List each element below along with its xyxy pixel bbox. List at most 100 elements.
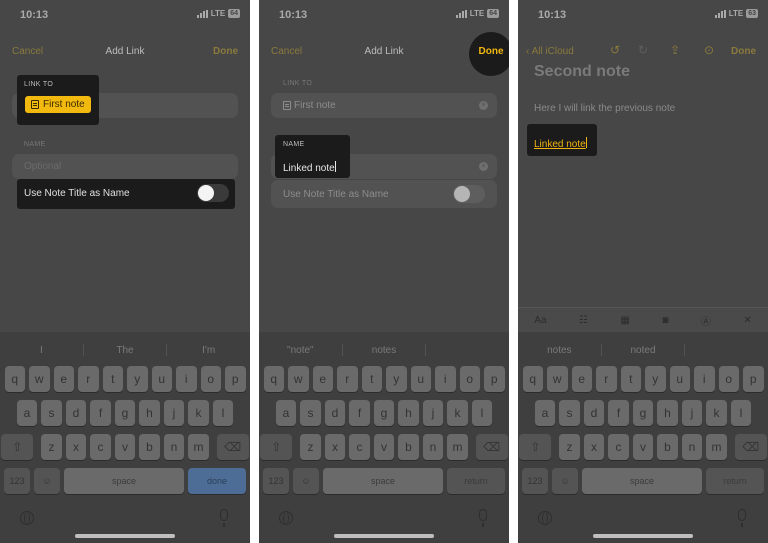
suggestion-item[interactable]: The bbox=[84, 345, 167, 356]
key-c[interactable]: c bbox=[608, 434, 629, 460]
key-b[interactable]: b bbox=[398, 434, 419, 460]
use-title-toggle[interactable] bbox=[197, 184, 229, 202]
key-f[interactable]: f bbox=[608, 400, 629, 426]
key-u[interactable]: u bbox=[410, 366, 431, 392]
redo-icon[interactable]: ↻ bbox=[638, 43, 648, 57]
key-l[interactable]: l bbox=[212, 400, 234, 426]
numbers-key[interactable]: 123 bbox=[522, 468, 548, 494]
key-s[interactable]: s bbox=[300, 400, 321, 426]
key-v[interactable]: v bbox=[114, 434, 136, 460]
key-p[interactable]: p bbox=[484, 366, 505, 392]
key-h[interactable]: h bbox=[398, 400, 419, 426]
key-j[interactable]: j bbox=[681, 400, 703, 426]
key-h[interactable]: h bbox=[139, 400, 160, 426]
key-w[interactable]: w bbox=[29, 366, 50, 392]
key-z[interactable]: z bbox=[559, 434, 580, 460]
numbers-key[interactable]: 123 bbox=[263, 468, 289, 494]
suggestion-item[interactable]: notes bbox=[518, 345, 601, 356]
key-v[interactable]: v bbox=[373, 434, 395, 460]
key-p[interactable]: p bbox=[743, 366, 764, 392]
clear-icon[interactable]: × bbox=[479, 162, 488, 171]
key-c[interactable]: c bbox=[90, 434, 111, 460]
key-l[interactable]: l bbox=[730, 400, 752, 426]
key-v[interactable]: v bbox=[632, 434, 654, 460]
key-x[interactable]: x bbox=[324, 434, 346, 460]
key-a[interactable]: a bbox=[275, 400, 297, 426]
done-button[interactable]: Done bbox=[469, 46, 509, 57]
key-n[interactable]: n bbox=[422, 434, 444, 460]
shift-key[interactable]: ⇧ bbox=[260, 434, 293, 460]
key-y[interactable]: y bbox=[645, 366, 666, 392]
key-z[interactable]: z bbox=[300, 434, 321, 460]
key-a[interactable]: a bbox=[534, 400, 556, 426]
key-p[interactable]: p bbox=[225, 366, 246, 392]
back-button[interactable]: ‹ All iCloud bbox=[526, 46, 574, 57]
key-m[interactable]: m bbox=[188, 434, 209, 460]
key-j[interactable]: j bbox=[163, 400, 185, 426]
key-t[interactable]: t bbox=[620, 366, 641, 392]
markup-icon[interactable]: Ⓐ bbox=[701, 313, 711, 328]
key-j[interactable]: j bbox=[422, 400, 444, 426]
key-b[interactable]: b bbox=[657, 434, 678, 460]
name-field[interactable]: Optional bbox=[12, 154, 238, 179]
undo-icon[interactable]: ↺ bbox=[610, 43, 620, 57]
camera-icon[interactable]: ◙ bbox=[662, 315, 668, 326]
return-key[interactable]: return bbox=[447, 468, 505, 494]
emoji-key[interactable]: ☺ bbox=[552, 468, 578, 494]
done-button[interactable]: Done bbox=[213, 46, 238, 57]
key-g[interactable]: g bbox=[632, 400, 654, 426]
use-title-toggle[interactable] bbox=[453, 185, 485, 203]
key-l[interactable]: l bbox=[471, 400, 493, 426]
emoji-key[interactable]: ☺ bbox=[293, 468, 319, 494]
space-key[interactable]: space bbox=[64, 468, 184, 494]
share-icon[interactable]: ⇪ bbox=[670, 43, 680, 57]
suggestion-item[interactable]: I'm bbox=[167, 345, 250, 356]
checklist-icon[interactable]: ☷ bbox=[579, 315, 588, 326]
key-u[interactable]: u bbox=[151, 366, 172, 392]
microphone-icon[interactable] bbox=[479, 509, 487, 527]
key-g[interactable]: g bbox=[373, 400, 395, 426]
key-h[interactable]: h bbox=[657, 400, 678, 426]
key-n[interactable]: n bbox=[681, 434, 703, 460]
done-button-highlight[interactable]: Done bbox=[469, 32, 509, 76]
delete-key[interactable]: ⌫ bbox=[734, 434, 767, 460]
suggestion-item[interactable]: "note" bbox=[259, 345, 342, 356]
key-b[interactable]: b bbox=[139, 434, 160, 460]
key-d[interactable]: d bbox=[324, 400, 346, 426]
key-o[interactable]: o bbox=[459, 366, 480, 392]
return-key[interactable]: return bbox=[706, 468, 764, 494]
emoji-key[interactable]: ☺ bbox=[34, 468, 60, 494]
key-f[interactable]: f bbox=[90, 400, 111, 426]
key-i[interactable]: i bbox=[176, 366, 197, 392]
clear-icon[interactable]: × bbox=[479, 101, 488, 110]
more-icon[interactable]: ⊙ bbox=[704, 43, 714, 57]
note-chip[interactable]: First note bbox=[25, 96, 91, 113]
key-r[interactable]: r bbox=[337, 366, 358, 392]
key-t[interactable]: t bbox=[361, 366, 382, 392]
key-f[interactable]: f bbox=[349, 400, 370, 426]
shift-key[interactable]: ⇧ bbox=[1, 434, 34, 460]
key-r[interactable]: r bbox=[78, 366, 99, 392]
space-key[interactable]: space bbox=[323, 468, 443, 494]
key-a[interactable]: a bbox=[16, 400, 38, 426]
globe-icon[interactable] bbox=[20, 511, 34, 525]
text-format-button[interactable]: Aa bbox=[534, 315, 546, 326]
microphone-icon[interactable] bbox=[738, 509, 746, 527]
suggestion-item[interactable]: notes bbox=[343, 345, 426, 356]
key-t[interactable]: t bbox=[102, 366, 123, 392]
key-x[interactable]: x bbox=[65, 434, 87, 460]
key-u[interactable]: u bbox=[669, 366, 690, 392]
key-e[interactable]: e bbox=[312, 366, 333, 392]
key-y[interactable]: y bbox=[386, 366, 407, 392]
globe-icon[interactable] bbox=[538, 511, 552, 525]
microphone-icon[interactable] bbox=[220, 509, 228, 527]
key-i[interactable]: i bbox=[694, 366, 715, 392]
delete-key[interactable]: ⌫ bbox=[475, 434, 508, 460]
link-to-field[interactable]: First note × bbox=[271, 93, 497, 118]
key-n[interactable]: n bbox=[163, 434, 185, 460]
key-m[interactable]: m bbox=[706, 434, 727, 460]
close-keyboard-icon[interactable]: ✕ bbox=[743, 315, 751, 326]
key-x[interactable]: x bbox=[583, 434, 605, 460]
key-m[interactable]: m bbox=[447, 434, 468, 460]
delete-key[interactable]: ⌫ bbox=[216, 434, 249, 460]
